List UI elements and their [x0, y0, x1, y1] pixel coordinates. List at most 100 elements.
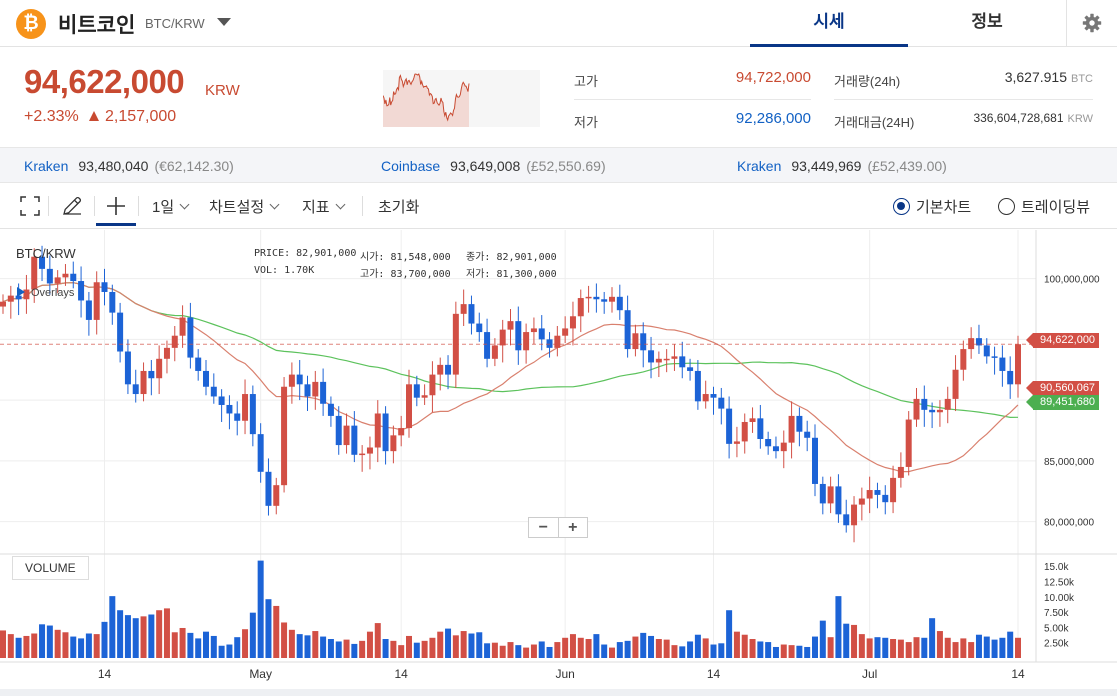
time-tick-label: 14 — [395, 667, 409, 681]
volume-bar — [694, 634, 701, 658]
volume-bar — [632, 636, 639, 658]
volume-bar — [749, 639, 756, 658]
volume-bar — [1015, 637, 1021, 658]
settings-button[interactable] — [1066, 0, 1117, 47]
price-tick-label: 80,000,000 — [1044, 518, 1094, 529]
vol-label: VOL: — [254, 265, 279, 276]
candle-body — [577, 298, 584, 317]
candle-body — [999, 357, 1006, 371]
volume-bar — [460, 631, 467, 658]
candle-body — [952, 369, 959, 399]
volume-bar — [476, 632, 483, 658]
candle-body — [530, 328, 537, 333]
candle-body — [7, 295, 14, 302]
zoom-in-button[interactable]: + — [559, 518, 588, 537]
price-value: 82,901,000 — [296, 248, 357, 259]
tab-quote[interactable]: 시세 — [750, 0, 908, 47]
volume-bar — [905, 642, 912, 658]
ohlc-volume: VOL: 1.70K — [254, 265, 314, 276]
candle-body — [851, 504, 858, 526]
radio-trading-view[interactable]: 트레이딩뷰 — [998, 183, 1090, 229]
exchange-price: 93,480,040 — [78, 158, 149, 174]
amount-unit: KRW — [1067, 113, 1093, 125]
volume-bar — [890, 639, 897, 658]
volume-bar — [288, 629, 295, 658]
candle-body — [663, 358, 670, 361]
candle-body — [702, 394, 709, 402]
candle-body — [726, 408, 733, 444]
radio-basic-chart[interactable]: 기본차트 — [893, 183, 971, 229]
volume-bar — [312, 631, 319, 658]
indicators-dropdown[interactable]: 지표 — [302, 183, 346, 229]
exchange-item[interactable]: Kraken 93,449,969 (£52,439.00) — [737, 158, 947, 174]
volume-bar — [140, 616, 147, 658]
candle-body — [398, 428, 405, 436]
candle-body — [718, 397, 725, 409]
candle-body — [546, 339, 553, 348]
chart-settings-dropdown[interactable]: 차트설정 — [209, 183, 280, 229]
candle-body — [374, 413, 381, 448]
price-unit: KRW — [205, 82, 240, 99]
volume-bar — [999, 637, 1006, 658]
ohlc-close: 종가: 82,901,000 — [466, 248, 557, 263]
candle-body — [609, 296, 615, 302]
coin-name[interactable]: 비트코인 — [58, 9, 135, 39]
volume-bar — [843, 623, 850, 658]
volume-bar — [70, 636, 77, 658]
amount-label: 거래대금(24H) — [834, 115, 915, 130]
volume-bar — [913, 637, 920, 658]
bottom-scroll-bar[interactable] — [0, 689, 1117, 696]
volume-bar — [398, 645, 405, 658]
exchange-name: Kraken — [24, 158, 69, 174]
exchange-item[interactable]: Kraken 93,480,040 (€62,142.30) — [24, 158, 234, 174]
draw-button[interactable] — [61, 183, 83, 229]
price-summary: 94,622,000 KRW +2.33% 2,157,000 고가 94,72… — [0, 47, 1117, 147]
candle-body — [780, 442, 787, 452]
chevron-down-icon[interactable] — [217, 18, 231, 26]
candle-body — [765, 438, 772, 447]
overlays-toggle[interactable]: Overlays — [17, 287, 74, 299]
zoom-out-button[interactable]: − — [529, 518, 559, 537]
candle-body — [179, 317, 186, 336]
candle-body — [390, 435, 397, 452]
candle-body — [46, 268, 53, 284]
volume-bar — [234, 637, 241, 658]
candle-body — [983, 345, 990, 357]
volume-bar — [616, 642, 623, 658]
tab-info[interactable]: 정보 — [908, 0, 1066, 47]
exchange-item[interactable]: Coinbase 93,649,008 (£52,550.69) — [381, 158, 606, 174]
volume-bar — [585, 639, 592, 658]
coin-pair[interactable]: BTC/KRW — [145, 16, 205, 31]
candle-body — [616, 296, 623, 311]
overlays-label: Overlays — [31, 287, 75, 299]
reset-button[interactable]: 초기화 — [378, 183, 419, 229]
stat-divider — [834, 99, 1093, 100]
volume-bar — [0, 630, 6, 658]
volume-bar — [117, 610, 124, 658]
volume-bar — [991, 639, 998, 658]
candle-body — [554, 335, 561, 348]
fullscreen-button[interactable] — [20, 183, 40, 229]
toolbar-divider — [48, 196, 49, 216]
volume-bar — [218, 645, 225, 658]
volume-bar — [187, 632, 194, 658]
candle-body — [671, 356, 678, 359]
volume-bar — [109, 596, 116, 658]
volume-bar — [148, 614, 155, 658]
volume-bar — [819, 620, 826, 658]
candle-body — [944, 398, 951, 410]
candlestick-chart-area[interactable]: 80,000,000 85,000,000 100,000,000 14 May 14 Ju… — [0, 230, 1117, 696]
low-value: 81,300,000 — [496, 269, 557, 280]
candle-body — [304, 384, 311, 397]
high-label: 고가: — [360, 269, 385, 280]
chart-settings-label: 차트설정 — [209, 198, 265, 216]
time-tick-label: Jun — [555, 667, 574, 681]
volume-bar — [101, 621, 108, 658]
candle-body — [327, 403, 334, 416]
volume-bar — [569, 634, 576, 658]
price-volume-chart[interactable]: 80,000,000 85,000,000 100,000,000 14 May 14 Ju… — [0, 230, 1117, 696]
interval-dropdown[interactable]: 1일 — [152, 183, 190, 229]
volume-bar — [718, 643, 725, 658]
candle-body — [93, 282, 100, 320]
volume-bar — [54, 629, 61, 658]
